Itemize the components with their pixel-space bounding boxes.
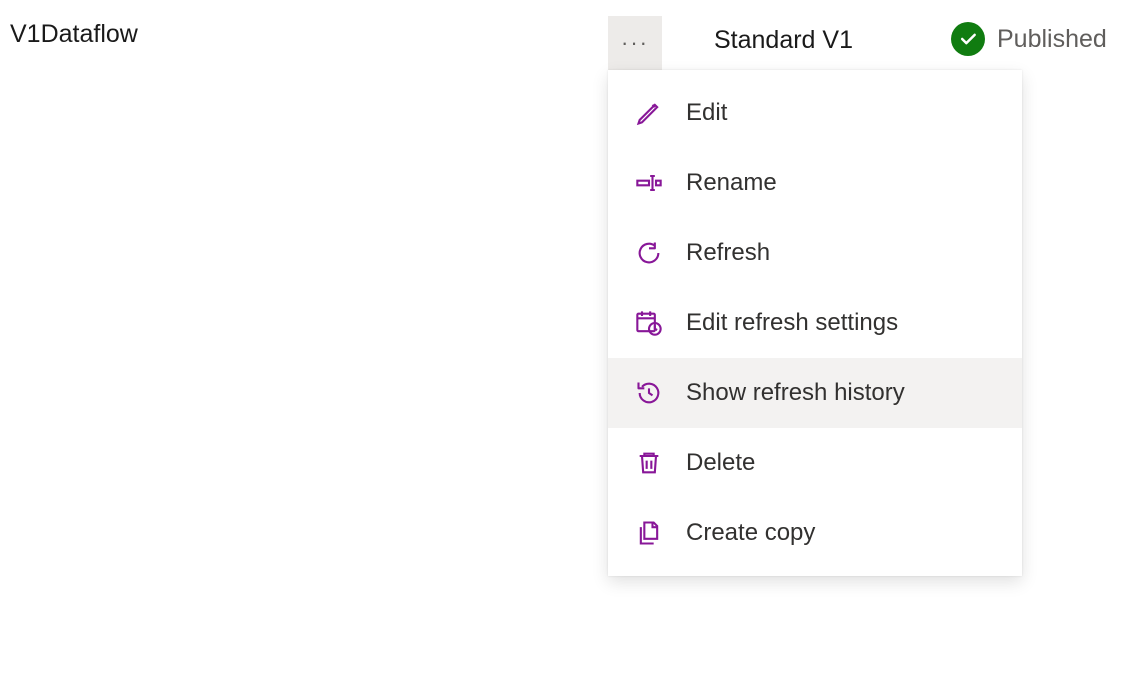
rename-icon: [634, 168, 664, 198]
dataflow-name: V1Dataflow: [10, 20, 138, 49]
more-options-button[interactable]: ···: [608, 16, 662, 70]
template-label: Standard V1: [714, 26, 853, 55]
menu-item-delete[interactable]: Delete: [608, 428, 1022, 498]
history-icon: [634, 378, 664, 408]
pencil-icon: [634, 98, 664, 128]
checkmark-circle-icon: [951, 22, 985, 56]
status-text: Published: [997, 25, 1107, 54]
menu-item-label: Edit: [686, 99, 727, 127]
trash-icon: [634, 448, 664, 478]
menu-item-rename[interactable]: Rename: [608, 148, 1022, 218]
menu-item-label: Create copy: [686, 519, 815, 547]
calendar-clock-icon: [634, 308, 664, 338]
menu-item-label: Edit refresh settings: [686, 309, 898, 337]
menu-item-create-copy[interactable]: Create copy: [608, 498, 1022, 568]
menu-item-label: Show refresh history: [686, 379, 905, 407]
refresh-icon: [634, 238, 664, 268]
context-menu: Edit Rename Refresh Edi: [608, 70, 1022, 576]
menu-item-label: Refresh: [686, 239, 770, 267]
copy-icon: [634, 518, 664, 548]
menu-item-show-refresh-history[interactable]: Show refresh history: [608, 358, 1022, 428]
menu-item-refresh[interactable]: Refresh: [608, 218, 1022, 288]
menu-item-edit[interactable]: Edit: [608, 78, 1022, 148]
menu-item-edit-refresh-settings[interactable]: Edit refresh settings: [608, 288, 1022, 358]
menu-item-label: Rename: [686, 169, 777, 197]
menu-item-label: Delete: [686, 449, 755, 477]
status-badge: Published: [951, 22, 1107, 56]
